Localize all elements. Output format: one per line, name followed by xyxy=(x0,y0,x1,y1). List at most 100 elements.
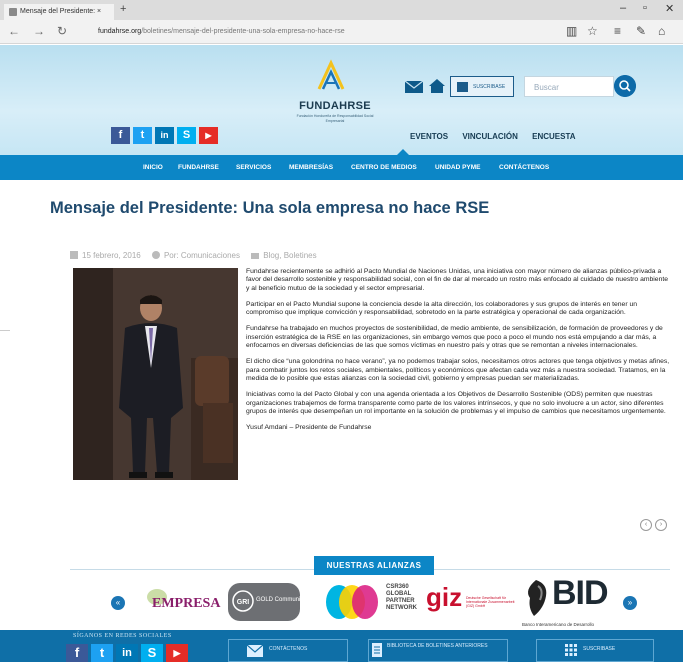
footer-skype-icon[interactable]: S xyxy=(141,644,163,662)
partner-bid-sub: Banco Interamericano de Desarrollo xyxy=(522,622,595,627)
web-note-icon[interactable]: ✎ xyxy=(636,24,646,38)
forward-icon[interactable]: → xyxy=(33,24,45,38)
article-author[interactable]: Por: Comunicaciones xyxy=(164,251,240,260)
footer-social-links: f t in S ▶ xyxy=(66,644,188,662)
article-paragraph: El dicho dice “una golondrina no hace ve… xyxy=(246,358,670,382)
page-divider xyxy=(0,330,10,331)
hub-icon[interactable]: ≡ xyxy=(614,24,621,38)
article-paragraph: Iniciativas como la del Pacto Global y c… xyxy=(246,391,666,415)
reading-view-icon[interactable]: ▥ xyxy=(566,24,577,38)
mail-icon[interactable] xyxy=(405,80,423,94)
nav-item-membresias[interactable]: MEMBRESÍAS xyxy=(289,164,333,171)
partner-giz-label: giz xyxy=(426,582,463,612)
footer-library-button[interactable]: BIBLIOTECA DE BOLETINES ANTERIORES xyxy=(368,639,508,662)
partner-logo-empresa[interactable]: EMPRESA xyxy=(140,588,220,618)
footer-twitter-icon[interactable]: t xyxy=(91,644,113,662)
fundahrse-logo-icon[interactable] xyxy=(313,59,349,93)
footer-grid-icon xyxy=(565,644,577,656)
partner-giz-sub: Deutsche Gesellschaft für Internationale… xyxy=(466,596,515,609)
calendar-icon xyxy=(70,251,78,259)
partner-bid-label: BID xyxy=(552,574,609,612)
site-favicon-icon xyxy=(9,8,17,16)
footer-document-icon xyxy=(372,643,382,657)
user-icon xyxy=(151,251,160,259)
grid-icon xyxy=(457,82,468,92)
partner-empresa-label: EMPRESA xyxy=(152,596,221,611)
svg-text:GRI: GRI xyxy=(237,599,250,606)
article-paragraph: Fundahrse ha trabajado en muchos proyect… xyxy=(246,325,663,350)
partner-logo-bid[interactable]: BID Banco Interamericano de Desarrollo xyxy=(522,574,622,630)
gri-icon: GRI xyxy=(232,590,254,612)
top-links: EVENTOS VINCULACIÓN ENCUESTA xyxy=(410,132,588,141)
category-icon xyxy=(251,253,260,259)
partner-csr360-label: CSR360 GLOBAL PARTNER NETWORK xyxy=(386,584,417,611)
article-date: 15 febrero, 2016 xyxy=(82,251,141,260)
alliances-prev-icon[interactable]: « xyxy=(111,596,125,610)
minimize-icon[interactable]: – xyxy=(620,2,626,14)
new-tab-icon[interactable]: + xyxy=(120,3,126,15)
partner-logo-gold[interactable]: GRI GOLD Community xyxy=(228,583,305,621)
footer-linkedin-icon[interactable]: in xyxy=(116,644,138,662)
url-domain: fundahrse.org xyxy=(98,28,142,35)
youtube-icon[interactable]: ▶ xyxy=(199,127,218,144)
footer-subscribe-button[interactable]: SUSCRIBASE xyxy=(536,639,654,662)
home-icon[interactable] xyxy=(428,78,446,94)
post-nav-arrows: ‹ › xyxy=(640,519,667,531)
search-input[interactable]: Buscar xyxy=(524,76,614,97)
main-nav: INICIO FUNDAHRSE SERVICIOS MEMBRESÍAS CE… xyxy=(0,155,683,180)
top-link-eventos[interactable]: EVENTOS xyxy=(410,132,448,141)
nav-item-servicios[interactable]: SERVICIOS xyxy=(236,164,271,171)
nav-item-contactenos[interactable]: CONTÁCTENOS xyxy=(499,164,549,171)
share-icon[interactable]: ⌂ xyxy=(658,24,665,38)
close-window-icon[interactable]: ✕ xyxy=(665,2,674,15)
article-paragraph: Participar en el Pacto Mundial supone la… xyxy=(246,300,638,317)
nav-item-inicio[interactable]: INICIO xyxy=(143,164,163,171)
browser-tab-strip: Mensaje del Presidente: × + – ▫ ✕ xyxy=(0,0,683,20)
subscribe-button[interactable]: SUSCRIBASE xyxy=(450,76,514,97)
partner-logo-giz[interactable]: giz Deutsche Gesellschaft für Internatio… xyxy=(426,582,516,620)
footer-subscribe-label: SUSCRIBASE xyxy=(583,646,616,652)
next-post-icon[interactable]: › xyxy=(655,519,667,531)
alliances-title: NUESTRAS ALIANZAS xyxy=(314,556,434,575)
bid-map-icon xyxy=(528,580,547,616)
footer-social-label: SÍGANOS EN REDES SOCIALES xyxy=(73,633,172,639)
favorite-star-icon[interactable]: ☆ xyxy=(587,24,598,38)
skype-icon[interactable]: S xyxy=(177,127,196,144)
top-link-vinculacion[interactable]: VINCULACIÓN xyxy=(462,132,518,141)
footer-library-label: BIBLIOTECA DE BOLETINES ANTERIORES xyxy=(387,643,488,649)
article-signature: Yusuf Amdani – Presidente de Fundahrse xyxy=(246,424,372,432)
article-paragraph: Fundahrse recientemente se adhirió al Pa… xyxy=(246,268,669,292)
top-link-encuesta[interactable]: ENCUESTA xyxy=(532,132,575,141)
nav-item-unidad-pyme[interactable]: UNIDAD PYME xyxy=(435,164,481,171)
footer-contact-label: CONTÁCTENOS xyxy=(269,646,308,652)
footer-youtube-icon[interactable]: ▶ xyxy=(166,644,188,662)
subscribe-label: SUSCRIBASE xyxy=(473,84,506,90)
article-categories[interactable]: Blog, Boletines xyxy=(263,251,316,260)
twitter-icon[interactable]: t xyxy=(133,127,152,144)
president-photo xyxy=(73,268,238,480)
footer-facebook-icon[interactable]: f xyxy=(66,644,88,662)
nav-item-fundahrse[interactable]: FUNDAHRSE xyxy=(178,164,219,171)
site-footer: SÍGANOS EN REDES SOCIALES f t in S ▶ CON… xyxy=(0,630,683,662)
search-icon[interactable] xyxy=(614,75,636,97)
browser-tab[interactable]: Mensaje del Presidente: × xyxy=(4,4,114,20)
maximize-icon[interactable]: ▫ xyxy=(643,2,647,14)
partner-logo-csr360[interactable]: CSR360 GLOBAL PARTNER NETWORK xyxy=(386,584,422,620)
logo-name: FUNDAHRSE xyxy=(299,100,371,112)
url-field[interactable]: fundahrse.org/boletines/mensaje-del-pres… xyxy=(98,28,345,35)
alliances-next-icon[interactable]: » xyxy=(623,596,637,610)
partner-logo-circles-icon[interactable] xyxy=(323,583,381,621)
facebook-icon[interactable]: f xyxy=(111,127,130,144)
nav-item-centro-de-medios[interactable]: CENTRO DE MEDIOS xyxy=(351,164,417,171)
logo-tagline: Fundación Hondureña de Responsabilidad S… xyxy=(296,114,374,123)
partner-gold-label: GOLD Community xyxy=(256,597,306,603)
site-header: FUNDAHRSE Fundación Hondureña de Respons… xyxy=(0,45,683,155)
article-body: Fundahrse recientemente se adhirió al Pa… xyxy=(246,268,671,440)
refresh-icon[interactable]: ↻ xyxy=(57,24,67,38)
footer-contact-button[interactable]: CONTÁCTENOS xyxy=(228,639,348,662)
prev-post-icon[interactable]: ‹ xyxy=(640,519,652,531)
url-path: /boletines/mensaje-del-presidente-una-so… xyxy=(141,28,345,35)
linkedin-icon[interactable]: in xyxy=(155,127,174,144)
back-icon[interactable]: ← xyxy=(8,24,20,38)
article-meta: 15 febrero, 2016 Por: Comunicaciones Blo… xyxy=(70,251,326,260)
